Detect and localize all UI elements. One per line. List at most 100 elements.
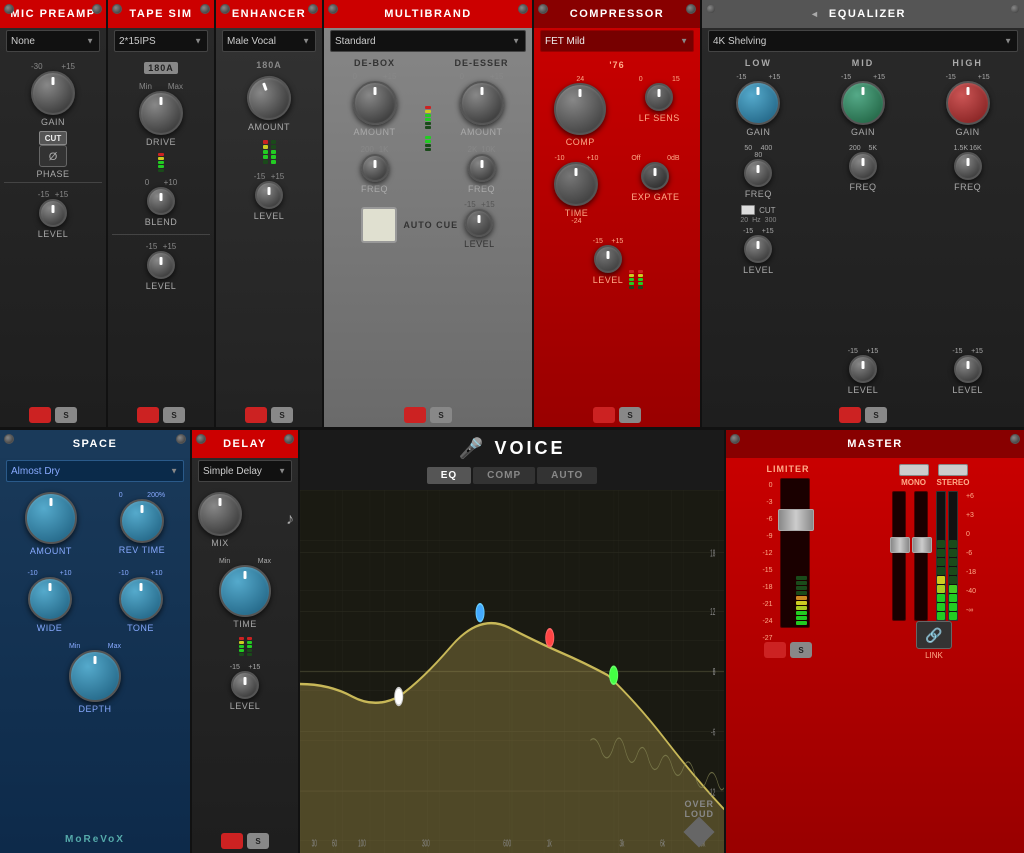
multibrand-select[interactable]: Standard Aggressive Smooth	[330, 30, 526, 52]
power-button[interactable]	[29, 407, 51, 423]
mix-knob[interactable]	[198, 492, 242, 536]
comp-level-knob[interactable]	[594, 245, 622, 273]
solo-button[interactable]: S	[430, 407, 452, 423]
low-gain-label: GAIN	[746, 127, 770, 137]
screw-tl	[220, 4, 230, 14]
amount-knob[interactable]	[25, 492, 77, 544]
high-level-knob[interactable]	[954, 355, 982, 383]
right-fader-track[interactable]	[914, 491, 928, 621]
mix-row: MIX ♪	[196, 488, 294, 552]
hz-range: 20 Hz 300	[740, 217, 776, 224]
power-button[interactable]	[137, 407, 159, 423]
tape-sim-select[interactable]: 2*15IPS 7.5IPS 15IPS	[114, 30, 208, 52]
space-select[interactable]: Almost Dry Small Room Hall	[6, 460, 184, 482]
power-button[interactable]	[245, 407, 267, 423]
low-gain-knob[interactable]	[736, 81, 780, 125]
mic-preamp-select-wrapper[interactable]: None Warm Bright	[6, 30, 100, 52]
tape-sim-badge: 180A	[144, 62, 178, 74]
exp-gate-knob[interactable]	[641, 162, 669, 190]
time-knob[interactable]	[554, 162, 598, 206]
high-gain-knob[interactable]	[946, 81, 990, 125]
compressor-select[interactable]: FET Mild FET Hard VCA Opto	[540, 30, 694, 52]
level-knob[interactable]	[147, 251, 175, 279]
master-solo-button[interactable]: S	[790, 642, 812, 658]
stereo-indicator[interactable]	[938, 464, 968, 476]
level-knob[interactable]	[465, 209, 493, 237]
compressor-select-wrapper[interactable]: FET Mild FET Hard VCA Opto	[540, 30, 694, 52]
tab-comp[interactable]: COMP	[473, 467, 535, 484]
high-gain-container: -15 +15 GAIN	[946, 74, 990, 137]
left-fader-thumb[interactable]	[890, 537, 910, 553]
multibrand-select-wrapper[interactable]: Standard Aggressive Smooth	[330, 30, 526, 52]
drive-knob[interactable]	[139, 91, 183, 135]
right-fader-thumb[interactable]	[912, 537, 932, 553]
mid-level-knob[interactable]	[849, 355, 877, 383]
low-level-knob[interactable]	[744, 235, 772, 263]
level-range: -15 +15	[146, 242, 177, 251]
mic-preamp-select[interactable]: None Warm Bright	[6, 30, 100, 52]
tone-knob[interactable]	[119, 577, 163, 621]
space-select-wrapper[interactable]: Almost Dry Small Room Hall	[6, 460, 184, 482]
enhancer-select-wrapper[interactable]: Male Vocal Female Vocal Guitar	[222, 30, 316, 52]
master-power-button[interactable]	[764, 642, 786, 658]
low-gain-container: -15 +15 GAIN	[736, 74, 780, 137]
depth-knob[interactable]	[69, 650, 121, 702]
morevox-label: MoReVoX	[65, 834, 125, 845]
level-knob[interactable]	[39, 199, 67, 227]
time-value: -24	[571, 218, 581, 225]
master-panel: MASTER LIMITER 0 -3 -6 -9 -12	[726, 430, 1024, 853]
left-fader-track[interactable]	[892, 491, 906, 621]
equalizer-select-wrapper[interactable]: 4K Shelving 4K Bell British American	[708, 30, 1018, 52]
enhancer-select[interactable]: Male Vocal Female Vocal Guitar	[222, 30, 316, 52]
equalizer-select[interactable]: 4K Shelving 4K Bell British American	[708, 30, 1018, 52]
tape-sim-select-wrapper[interactable]: 2*15IPS 7.5IPS 15IPS	[114, 30, 208, 52]
power-solo-row: S	[220, 407, 318, 423]
lf-sens-knob[interactable]	[645, 83, 673, 111]
low-freq-knob[interactable]	[744, 159, 772, 187]
delay-level-knob[interactable]	[231, 671, 259, 699]
delay-select[interactable]: Simple Delay Ping Pong Slapback	[198, 460, 292, 482]
mono-indicator[interactable]	[899, 464, 929, 476]
limiter-fader-track[interactable]	[780, 478, 810, 628]
tape-sim-header: TAPE SIM	[108, 0, 214, 28]
delay-solo-button[interactable]: S	[247, 833, 269, 849]
eq-solo-button[interactable]: S	[865, 407, 887, 423]
level-knob[interactable]	[255, 181, 283, 209]
desser-freq-knob[interactable]	[468, 154, 496, 182]
tab-auto[interactable]: AUTO	[537, 467, 597, 484]
top-row: MIC PREAMP None Warm Bright -30 +15 GAI	[0, 0, 1024, 430]
eq-power-button[interactable]	[839, 407, 861, 423]
note-icon[interactable]: ♪	[286, 511, 294, 529]
rev-time-knob[interactable]	[120, 499, 164, 543]
high-freq-knob[interactable]	[954, 152, 982, 180]
low-cut-checkbox[interactable]	[741, 205, 755, 215]
screw-tr	[686, 4, 696, 14]
debox-freq-knob[interactable]	[361, 154, 389, 182]
autocue-button[interactable]	[361, 207, 397, 243]
solo-button[interactable]: S	[163, 407, 185, 423]
debox-amount-knob[interactable]	[353, 81, 397, 125]
lf-low-max: 400	[761, 145, 773, 152]
comp-knob[interactable]	[554, 83, 606, 135]
link-button[interactable]: 🔗	[916, 621, 952, 649]
rt-min: 0	[119, 492, 123, 499]
mid-freq-knob[interactable]	[849, 152, 877, 180]
solo-button[interactable]: S	[271, 407, 293, 423]
solo-button[interactable]: S	[55, 407, 77, 423]
gain-knob[interactable]	[31, 71, 75, 115]
mid-gain-knob[interactable]	[841, 81, 885, 125]
time-knob[interactable]	[219, 565, 271, 617]
delay-power-button[interactable]	[221, 833, 243, 849]
amount-knob[interactable]	[241, 70, 297, 126]
cut-button[interactable]: CUT	[39, 131, 67, 145]
power-button[interactable]	[404, 407, 426, 423]
wide-knob[interactable]	[28, 577, 72, 621]
phase-button[interactable]: Ø	[39, 145, 67, 167]
blend-knob[interactable]	[147, 187, 175, 215]
delay-select-wrapper[interactable]: Simple Delay Ping Pong Slapback	[198, 460, 292, 482]
desser-amount-knob[interactable]	[460, 81, 504, 125]
desser-section: DE-ESSER 0 +15 AMOUNT 2K	[435, 58, 528, 198]
solo-button[interactable]: S	[619, 407, 641, 423]
power-button[interactable]	[593, 407, 615, 423]
tab-eq[interactable]: EQ	[427, 467, 471, 484]
